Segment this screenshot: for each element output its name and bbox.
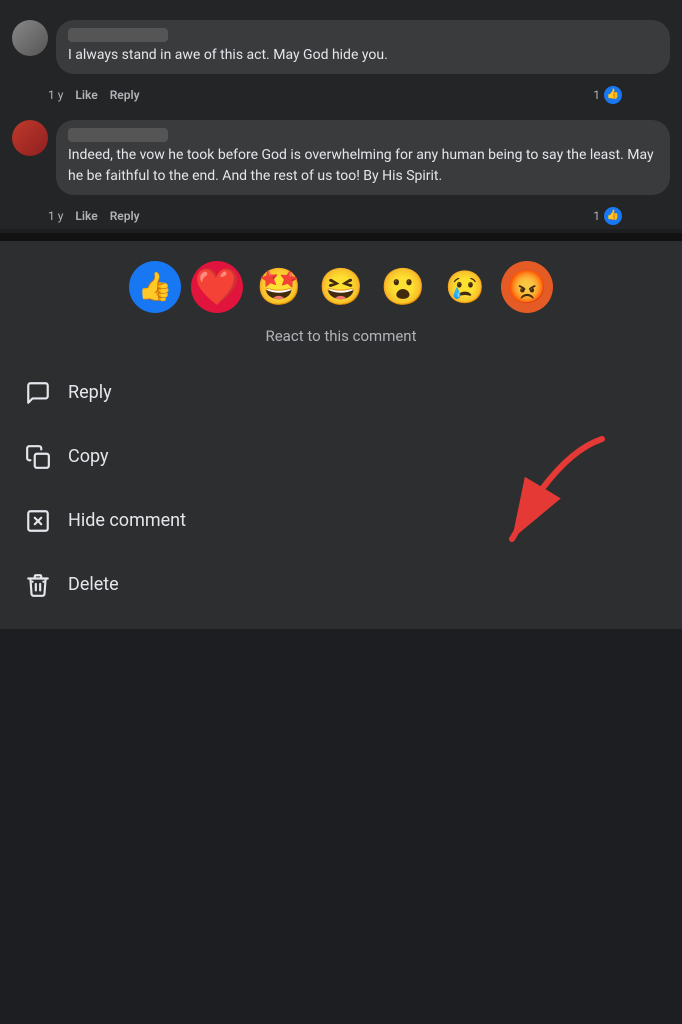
react-label: React to this comment bbox=[16, 327, 666, 345]
comment-bubble-2: Indeed, the vow he took before God is ov… bbox=[56, 120, 670, 195]
menu-label-copy: Copy bbox=[68, 446, 109, 467]
comment-author-1 bbox=[68, 28, 168, 42]
delete-icon bbox=[24, 571, 52, 599]
reaction-haha[interactable]: 🤩 bbox=[253, 261, 305, 313]
reaction-sad[interactable]: 😮 bbox=[377, 261, 429, 313]
copy-icon bbox=[24, 443, 52, 471]
like-count-area-2: 1 👍 bbox=[593, 207, 622, 225]
arrow-container: Hide comment bbox=[0, 489, 682, 553]
comment-time-2: 1 y bbox=[48, 209, 63, 223]
comment-actions-1: 1 y Like Reply 1 👍 bbox=[0, 82, 682, 108]
like-thumb-icon-1: 👍 bbox=[604, 86, 622, 104]
reply-button-1[interactable]: Reply bbox=[110, 88, 140, 102]
like-button-2[interactable]: Like bbox=[75, 209, 97, 223]
menu-label-reply: Reply bbox=[68, 382, 112, 403]
menu-label-delete: Delete bbox=[68, 574, 119, 595]
reaction-row: 👍 ❤️ 🤩 😆 😮 😢 😡 bbox=[16, 261, 666, 313]
comment-item-2: Indeed, the vow he took before God is ov… bbox=[0, 112, 682, 203]
reply-icon bbox=[24, 379, 52, 407]
reaction-love[interactable]: ❤️ bbox=[191, 261, 243, 313]
comment-author-2 bbox=[68, 128, 168, 142]
menu-item-hide[interactable]: Hide comment bbox=[0, 489, 682, 553]
comment-text-1: I always stand in awe of this act. May G… bbox=[68, 47, 388, 63]
reaction-like[interactable]: 👍 bbox=[129, 261, 181, 313]
menu-section: Reply Copy bbox=[0, 361, 682, 629]
like-count-1: 1 bbox=[593, 88, 600, 102]
avatar-image-1 bbox=[12, 20, 48, 56]
reply-button-2[interactable]: Reply bbox=[110, 209, 140, 223]
reaction-panel: 👍 ❤️ 🤩 😆 😮 😢 😡 React to this comment bbox=[0, 241, 682, 361]
comment-actions-2: 1 y Like Reply 1 👍 bbox=[0, 203, 682, 229]
hide-icon bbox=[24, 507, 52, 535]
reaction-wow[interactable]: 😆 bbox=[315, 261, 367, 313]
avatar-1 bbox=[12, 20, 48, 56]
like-button-1[interactable]: Like bbox=[75, 88, 97, 102]
avatar-2 bbox=[12, 120, 48, 156]
like-count-2: 1 bbox=[593, 209, 600, 223]
avatar-image-2 bbox=[12, 120, 48, 156]
like-thumb-icon-2: 👍 bbox=[604, 207, 622, 225]
menu-item-delete[interactable]: Delete bbox=[0, 553, 682, 617]
section-divider bbox=[0, 233, 682, 241]
comment-feed: I always stand in awe of this act. May G… bbox=[0, 0, 682, 229]
comment-text-2: Indeed, the vow he took before God is ov… bbox=[68, 147, 654, 185]
menu-item-copy[interactable]: Copy bbox=[0, 425, 682, 489]
reaction-angry[interactable]: 😢 bbox=[439, 261, 491, 313]
like-count-area-1: 1 👍 bbox=[593, 86, 622, 104]
comment-bubble-1: I always stand in awe of this act. May G… bbox=[56, 20, 670, 74]
comment-item-1: I always stand in awe of this act. May G… bbox=[0, 12, 682, 82]
comment-time-1: 1 y bbox=[48, 88, 63, 102]
reaction-extra[interactable]: 😡 bbox=[501, 261, 553, 313]
menu-item-reply[interactable]: Reply bbox=[0, 361, 682, 425]
menu-label-hide: Hide comment bbox=[68, 510, 186, 531]
